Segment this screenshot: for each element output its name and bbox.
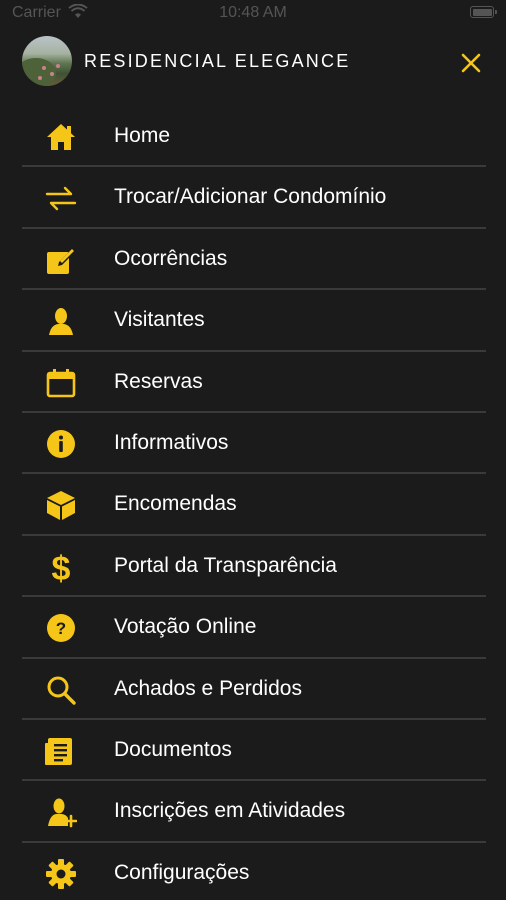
- status-time: 10:48 AM: [219, 4, 287, 21]
- menu-item-label: Votação Online: [114, 615, 257, 639]
- menu-item-ocorrencias[interactable]: Ocorrências: [0, 229, 506, 291]
- menu-item-configuracoes[interactable]: Configurações: [0, 843, 506, 900]
- menu-item-inscricoes-atividades[interactable]: Inscrições em Atividades: [0, 781, 506, 843]
- status-bar: Carrier 10:48 AM: [0, 0, 506, 30]
- menu-item-home[interactable]: Home: [0, 106, 506, 168]
- person-icon: [44, 304, 78, 338]
- svg-text:?: ?: [56, 619, 66, 638]
- svg-text:$: $: [52, 550, 71, 584]
- menu-item-label: Ocorrências: [114, 246, 228, 270]
- edit-icon: [44, 243, 78, 277]
- menu-item-informativos[interactable]: Informativos: [0, 413, 506, 475]
- close-icon[interactable]: [458, 50, 484, 76]
- avatar: [22, 36, 72, 86]
- menu-item-label: Documentos: [114, 737, 232, 761]
- calendar-icon: [44, 366, 78, 400]
- menu-item-trocar-condominio[interactable]: Trocar/Adicionar Condomínio: [0, 167, 506, 229]
- drawer-header: RESIDENCIAL ELEGANCE: [0, 34, 506, 90]
- menu-item-label: Trocar/Adicionar Condomínio: [114, 185, 387, 209]
- menu-item-achados-perdidos[interactable]: Achados e Perdidos: [0, 659, 506, 720]
- swap-icon: [44, 181, 78, 215]
- gear-icon: [44, 857, 78, 891]
- dollar-icon: $: [44, 550, 78, 584]
- person-add-icon: [44, 795, 78, 829]
- menu-item-visitantes[interactable]: Visitantes: [0, 290, 506, 352]
- package-icon: [44, 488, 78, 522]
- document-icon: [44, 734, 78, 768]
- menu-item-label: Achados e Perdidos: [114, 676, 302, 700]
- battery-icon: [470, 6, 497, 18]
- question-icon: ?: [44, 611, 78, 645]
- menu-item-label: Portal da Transparência: [114, 553, 337, 577]
- menu-item-reservas[interactable]: Reservas: [0, 352, 506, 413]
- menu-item-label: Inscrições em Atividades: [114, 799, 346, 823]
- menu-item-label: Reservas: [114, 369, 203, 393]
- drawer-menu: Home Trocar/Adicionar Condomínio Ocorrên…: [0, 106, 506, 900]
- menu-item-documentos[interactable]: Documentos: [0, 720, 506, 782]
- menu-item-label: Informativos: [114, 430, 229, 454]
- menu-item-label: Home: [114, 124, 171, 147]
- menu-item-label: Visitantes: [114, 308, 205, 332]
- menu-item-votacao-online[interactable]: ? Votação Online: [0, 597, 506, 659]
- info-icon: [44, 427, 78, 461]
- home-icon: [44, 120, 78, 154]
- condominium-title: RESIDENCIAL ELEGANCE: [84, 51, 351, 71]
- search-icon: [44, 673, 78, 707]
- menu-item-portal-transparencia[interactable]: $ Portal da Transparência: [0, 536, 506, 598]
- menu-item-encomendas[interactable]: Encomendas: [0, 474, 506, 536]
- menu-item-label: Encomendas: [114, 492, 237, 516]
- menu-item-label: Configurações: [114, 860, 250, 884]
